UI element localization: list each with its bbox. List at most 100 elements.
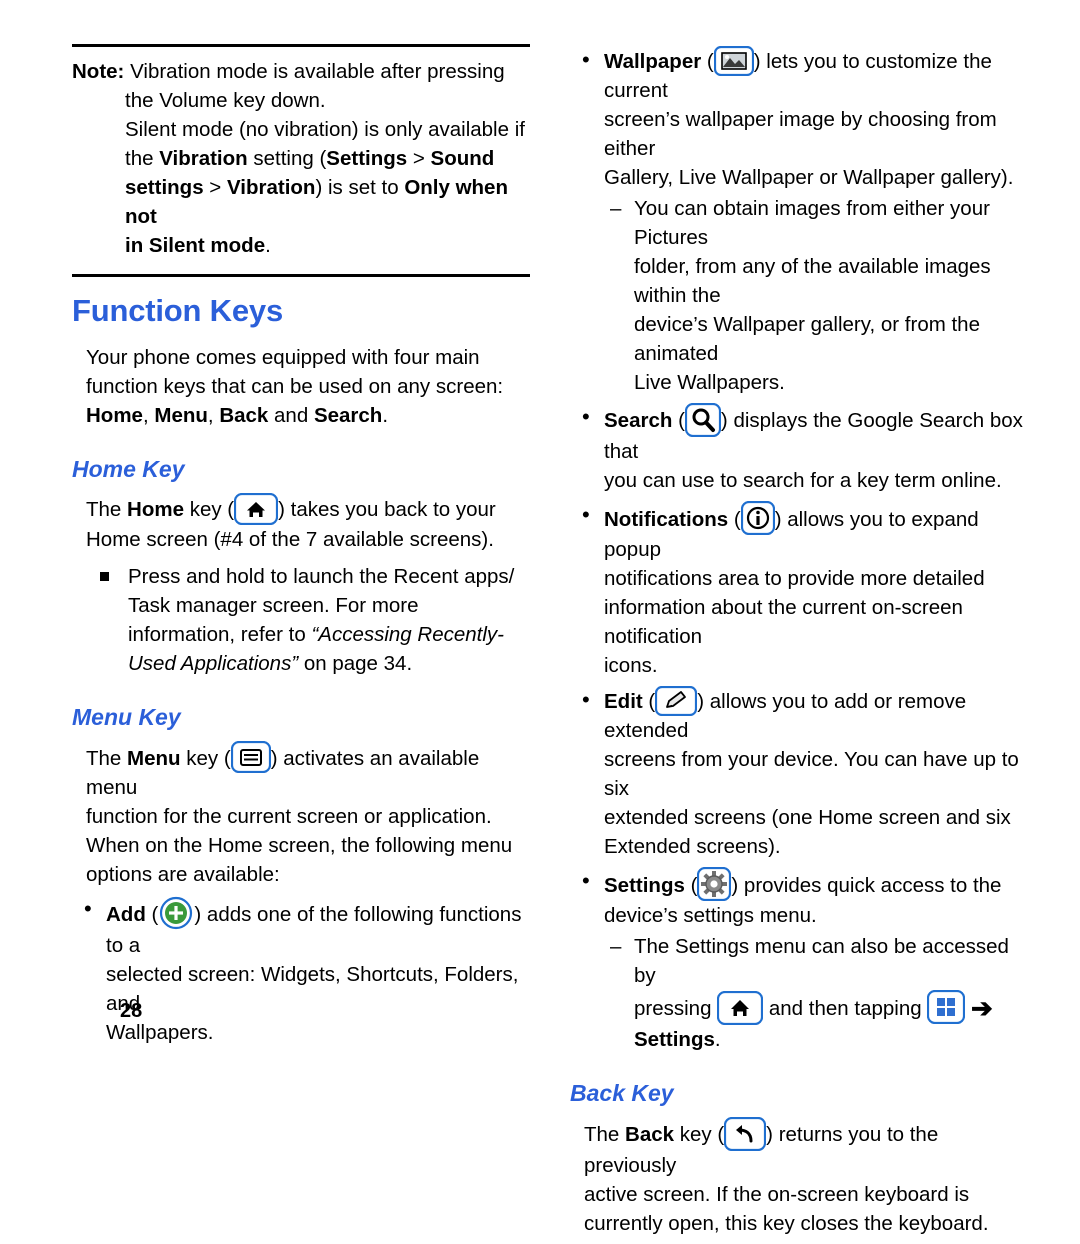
arrow-icon: ➔ [971,993,993,1023]
wallpaper-label: Wallpaper [604,50,702,73]
notifications-label: Notifications [604,508,729,531]
page-number: 28 [120,1000,143,1022]
note-line-4-f: Sound [430,147,495,170]
notifications-open-paren: ( [728,508,741,531]
right-column: Wallpaper () lets you to customize the c… [570,40,1032,1244]
note-line-3: Silent mode (no vibration) is only avail… [125,118,525,141]
list-item-wallpaper: Wallpaper () lets you to customize the c… [570,45,1032,397]
home-p1-c: key ( [184,498,235,521]
intro-sep-3: and [268,404,314,427]
note-line-5-d: ) is set to [315,176,405,199]
settings-sub-line-2a: pressing [634,997,718,1020]
intro-key-menu: Menu [154,404,208,427]
add-line-3: Wallpapers. [106,1021,214,1044]
settings-label: Settings [604,874,685,897]
back-key-paragraph: The Back key () returns you to the previ… [570,1117,1032,1238]
wallpaper-sub-line-1: You can obtain images from either your P… [634,197,990,249]
settings-sub-line-3b: . [714,1028,721,1051]
home-bullet-line-3: information, refer to [128,623,312,646]
list-item: The Settings menu can also be accessed b… [604,932,1032,1054]
home-key-bullet-list: Press and hold to launch the Recent apps… [72,562,532,678]
wallpaper-line-3: Gallery, Live Wallpaper or Wallpaper gal… [604,166,1014,189]
search-open-paren: ( [672,409,685,432]
note-line-5-c: Vibration [226,176,316,199]
menu-icon [230,741,271,773]
add-label: Add [106,903,146,926]
note-line-1-text: Vibration mode is available after pressi… [130,60,505,83]
list-item: You can obtain images from either your P… [604,194,1032,397]
right-bullet-list: Wallpaper () lets you to customize the c… [570,45,1032,1054]
intro-key-home: Home [86,404,143,427]
settings-sub-list: The Settings menu can also be accessed b… [604,932,1032,1054]
home-key-paragraph: The Home key ( ) takes you back to your H… [72,493,532,554]
settings-sub-line-3a: Settings [634,1028,715,1051]
notifications-line-2: notifications area to provide more detai… [604,567,985,590]
note-line-4-e: > [407,147,431,170]
note-line-6-a: in Silent mode [125,234,266,257]
list-item-notifications: Notifications () allows you to expand po… [570,500,1032,680]
notifications-line-3: information about the current on-screen … [604,596,963,648]
settings-gear-icon [697,867,732,901]
home-bullet-italic-2: Used Applications” [128,652,299,675]
wallpaper-sub-line-2: folder, from any of the available images… [634,255,991,307]
menu-p1-e: function for the current screen or appli… [86,805,492,828]
note-top-rule [72,44,530,47]
menu-options-list: Add () adds one of the following functio… [72,894,532,1047]
menu-p1-g: options are available: [86,863,280,886]
intro-key-search: Search [313,404,383,427]
menu-key-paragraph: The Menu key () activates an available m… [72,741,532,889]
list-item-settings: Settings () provides quick access to the… [570,866,1032,1054]
edit-line-4: Extended screens). [604,835,781,858]
wallpaper-sub-line-4: Live Wallpapers. [634,371,785,394]
back-line-2: active screen. If the on-screen keyboard… [584,1183,970,1206]
note-line-6-b: . [265,234,271,257]
list-item: Press and hold to launch the Recent apps… [72,562,532,678]
wallpaper-sub-list: You can obtain images from either your P… [604,194,1032,397]
edit-line-2: screens from your device. You can have u… [604,748,1019,800]
wallpaper-icon [713,46,754,76]
back-icon [724,1117,767,1151]
back-p1-b: Back [625,1123,675,1146]
menu-p1-c: key ( [180,747,231,770]
home-p1-d: ) takes you back to your [278,498,496,521]
intro-end: . [382,404,389,427]
menu-p1-f: When on the Home screen, the following m… [86,834,513,857]
home-p1-b: Home [127,498,184,521]
intro-line-1: Your phone comes equipped with four main [86,346,480,369]
settings-sub-line-1: The Settings menu can also be accessed b… [634,935,1009,987]
note-line-4: the Vibration setting (Settings > Sound [72,144,532,173]
edit-icon [655,686,698,716]
intro-key-back: Back [219,404,269,427]
note-line-4-d: Settings [326,147,408,170]
home-p1-a: The [86,498,128,521]
list-item: Add () adds one of the following functio… [72,894,532,1047]
back-line-3: currently open, this key closes the keyb… [584,1212,989,1235]
wallpaper-open-paren: ( [701,50,714,73]
note-block: Note: Vibration mode is available after … [72,57,532,260]
home-icon [717,991,764,1025]
note-line-5-b: > [203,176,227,199]
edit-open-paren: ( [642,690,656,713]
home-bullet-italic-1: “Accessing Recently- [311,623,504,646]
note-line-4-c: setting ( [247,147,327,170]
search-label: Search [604,409,673,432]
note-line-5: settings > Vibration) is set to Only whe… [72,173,532,231]
apps-grid-icon [927,990,966,1024]
edit-line-3: extended screens (one Home screen and si… [604,806,1011,829]
function-keys-intro: Your phone comes equipped with four main… [72,343,532,430]
heading-home-key: Home Key [72,456,185,482]
edit-label: Edit [604,690,643,713]
wallpaper-line-2: screen’s wallpaper image by choosing fro… [604,108,997,160]
intro-sep-1: , [142,404,155,427]
note-line-4-b: Vibration [159,147,248,170]
settings-line-2: device’s settings menu. [604,904,817,927]
note-line-2: the Volume key down. [125,89,326,112]
add-icon [158,895,194,931]
intro-line-2: function keys that can be used on any sc… [86,375,504,398]
left-column: Note: Vibration mode is available after … [72,44,532,1053]
settings-close-text: ) provides quick access to the [731,874,1002,897]
home-p1-e: Home screen (#4 of the 7 available scree… [86,528,494,551]
menu-p1-a: The [86,747,128,770]
search-icon [684,403,721,437]
home-bullet-line-4: on page 34. [298,652,413,675]
